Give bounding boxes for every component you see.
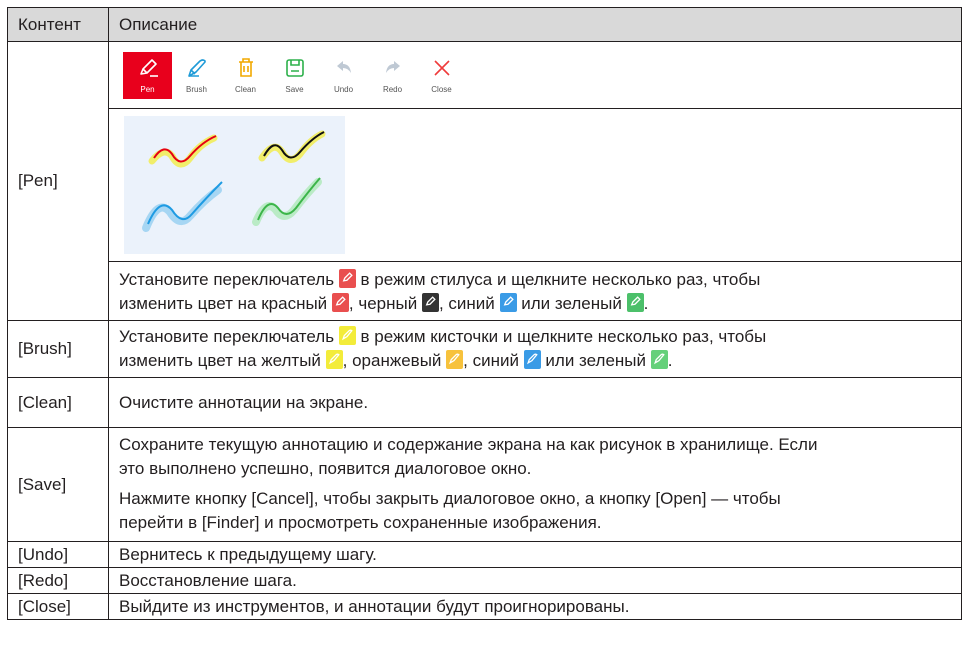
table-row: [Close] Выйдите из инструментов, и аннот… xyxy=(7,593,962,620)
tool-brush[interactable]: Brush xyxy=(172,52,221,99)
tool-redo[interactable]: Redo xyxy=(368,52,417,99)
redo-description: Восстановление шага. xyxy=(108,567,962,594)
text-span: в режим стилуса и щелкните несколько раз… xyxy=(355,270,761,289)
header-description: Описание xyxy=(108,7,962,42)
close-description: Выйдите из инструментов, и аннотации буд… xyxy=(108,593,962,620)
brush-blue-icon xyxy=(523,350,541,369)
tool-close[interactable]: Close xyxy=(417,52,466,99)
tool-pen[interactable]: Pen xyxy=(123,51,172,99)
row-name-undo: [Undo] xyxy=(7,541,109,568)
row-name-pen: [Pen] xyxy=(7,41,109,321)
tool-clean[interactable]: Clean xyxy=(221,52,270,99)
header-row: Контент Описание xyxy=(7,7,962,42)
green-stroke-sample xyxy=(252,177,322,226)
tool-undo[interactable]: Undo xyxy=(319,52,368,99)
pen-sample-canvas xyxy=(124,116,345,254)
tool-label: Save xyxy=(285,85,304,94)
drawing-cell xyxy=(108,108,962,262)
text-span: , синий xyxy=(463,351,524,370)
table-row: Установите переключатель в режим стилуса… xyxy=(8,261,962,321)
black-stroke-sample xyxy=(258,130,326,163)
pen-green-icon xyxy=(626,293,644,312)
trash-icon xyxy=(238,58,253,77)
save-text-line2: это выполнено успешно, появится диалогов… xyxy=(119,459,532,478)
table-row: [Undo] Вернитесь к предыдущему шагу. xyxy=(7,541,962,568)
save-text-line1: Сохраните текущую аннотацию и содержание… xyxy=(119,435,818,454)
tool-save[interactable]: Save xyxy=(270,52,319,99)
undo-icon xyxy=(336,61,351,73)
undo-description: Вернитесь к предыдущему шагу. xyxy=(108,541,962,568)
red-stroke-sample xyxy=(148,134,218,168)
brush-orange-icon xyxy=(446,350,464,369)
text-span: Установите переключатель xyxy=(119,270,339,289)
tool-label: Brush xyxy=(186,85,207,94)
redo-icon xyxy=(385,61,400,73)
text-span: или зеленый xyxy=(516,294,627,313)
brush-icon xyxy=(187,59,206,77)
table-row: [Brush] Установите переключатель в режим… xyxy=(7,320,962,378)
text-span: , черный xyxy=(348,294,422,313)
text-span: изменить цвет на красный xyxy=(119,294,332,313)
table-row: [Redo] Восстановление шага. xyxy=(7,567,962,594)
pen-blue-icon xyxy=(499,293,517,312)
brush-text-line1: Установите переключатель в режим кисточк… xyxy=(119,325,951,349)
brush-text-line2: изменить цвет на желтый , оранжевый , си… xyxy=(119,349,951,373)
row-name-close: [Close] xyxy=(7,593,109,620)
table-row: [Clean] Очистите аннотации на экране. xyxy=(7,377,962,428)
text-span: . xyxy=(643,294,649,313)
text-span: , оранжевый xyxy=(342,351,447,370)
pen-red-icon xyxy=(331,293,349,312)
row-name-clean: [Clean] xyxy=(7,377,109,428)
brush-yellow-icon xyxy=(325,350,343,369)
clean-description: Очистите аннотации на экране. xyxy=(108,377,962,428)
text-span: изменить цвет на желтый xyxy=(119,351,326,370)
table-row: [Save] Сохраните текущую аннотацию и сод… xyxy=(7,427,962,542)
save-text-line4: перейти в [Finder] и просмотреть сохране… xyxy=(119,513,602,532)
text-span: или зеленый xyxy=(540,351,651,370)
text-span: . xyxy=(667,351,673,370)
row-name-redo: [Redo] xyxy=(7,567,109,594)
pen-icon xyxy=(139,59,158,77)
save-text-line3: Нажмите кнопку [Cancel], чтобы закрыть д… xyxy=(119,489,781,508)
header-content: Контент xyxy=(7,7,109,42)
tool-label: Pen xyxy=(140,85,155,94)
brush-yellow-icon xyxy=(338,326,356,345)
brush-description: Установите переключатель в режим кисточк… xyxy=(108,320,962,378)
blue-stroke-sample xyxy=(142,181,223,232)
text-span: Установите переключатель xyxy=(119,327,339,346)
save-icon xyxy=(285,59,304,77)
close-icon xyxy=(433,60,450,76)
table-row: [Pen] Pen Brush Clean Save Undo Redo Clo… xyxy=(7,41,962,321)
text-span: в режим кисточки и щелкните несколько ра… xyxy=(355,327,767,346)
table-row xyxy=(8,108,962,262)
toolbar-cell: Pen Brush Clean Save Undo Redo Close xyxy=(108,41,962,109)
pen-black-icon xyxy=(421,293,439,312)
tool-label: Clean xyxy=(235,85,256,94)
instructions-table: Контент Описание [Pen] Pen Brush Clean S… xyxy=(7,7,962,620)
pen-text-line1: Установите переключатель в режим стилуса… xyxy=(119,268,951,292)
row-name-brush: [Brush] xyxy=(7,320,109,378)
tool-label: Undo xyxy=(333,85,354,94)
pen-description: Установите переключатель в режим стилуса… xyxy=(108,261,962,321)
annotation-toolbar: Pen Brush Clean Save Undo Redo Close xyxy=(119,42,951,108)
pen-red-icon xyxy=(338,269,356,288)
row-name-save: [Save] xyxy=(7,427,109,542)
tool-label: Close xyxy=(431,85,452,94)
tool-label: Redo xyxy=(382,85,403,94)
brush-green-icon xyxy=(650,350,668,369)
pen-text-line2: изменить цвет на красный , черный , сини… xyxy=(119,292,951,316)
save-description: Сохраните текущую аннотацию и содержание… xyxy=(108,427,962,542)
text-span: , синий xyxy=(438,294,500,313)
